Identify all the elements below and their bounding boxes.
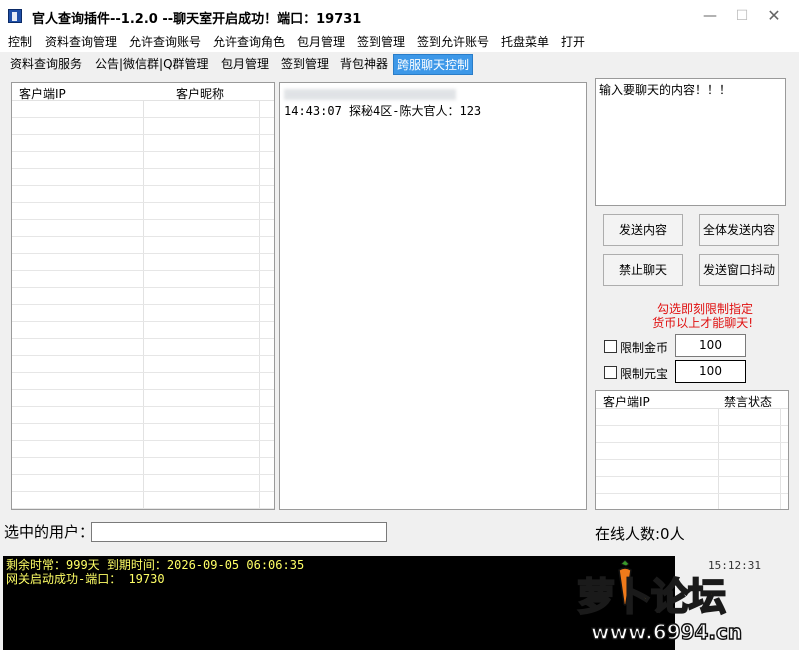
shake-window-button[interactable]: 发送窗口抖动: [699, 254, 779, 286]
empty-row-line: [596, 442, 788, 443]
empty-row-line: [596, 425, 788, 426]
empty-row-line: [12, 117, 274, 118]
online-count: 在线人数:0人: [595, 525, 685, 543]
empty-row-line: [12, 185, 274, 186]
empty-row-line: [12, 338, 274, 339]
empty-row-line: [596, 493, 788, 494]
empty-row-line: [12, 440, 274, 441]
menu-control[interactable]: 控制: [8, 33, 32, 51]
empty-row-line: [12, 236, 274, 237]
col-client-nick[interactable]: 客户昵称: [176, 85, 224, 102]
client-list[interactable]: 客户端IP 客户昵称: [11, 82, 275, 510]
empty-row-line: [12, 151, 274, 152]
menu-allowed-accounts[interactable]: 允许查询账号: [129, 33, 201, 51]
col-ban-status[interactable]: 禁言状态: [724, 393, 772, 410]
watermark-logo: 萝卜论坛 www.6994.cn: [545, 558, 795, 648]
message-text: 输入要聊天的内容！！！: [599, 83, 732, 97]
empty-row-line: [12, 270, 274, 271]
empty-row-line: [12, 168, 274, 169]
ban-chat-button[interactable]: 禁止聊天: [603, 254, 683, 286]
menu-allowed-roles[interactable]: 允许查询角色: [213, 33, 285, 51]
window-title: 官人查询插件--1.2.0 --聊天室开启成功！端口：19731: [32, 12, 362, 27]
empty-row-line: [12, 423, 274, 424]
tab-bar: 资料查询服务 公告|微信群|Q群管理 包月管理 签到管理 背包神器 跨服聊天控制: [0, 53, 799, 75]
tab-cross-server-chat[interactable]: 跨服聊天控制: [393, 54, 474, 75]
limit-yuanbao-checkbox[interactable]: [604, 366, 617, 379]
warning-line-2: 货币以上才能聊天!: [652, 316, 753, 330]
empty-row-line: [12, 304, 274, 305]
menu-checkin[interactable]: 签到管理: [357, 33, 405, 51]
empty-row-line: [12, 508, 274, 509]
tab-monthly[interactable]: 包月管理: [218, 54, 272, 75]
limit-gold-checkbox[interactable]: [604, 340, 617, 353]
empty-row-line: [12, 253, 274, 254]
menu-monthly[interactable]: 包月管理: [297, 33, 345, 51]
column-divider: [143, 101, 144, 509]
app-icon: [8, 9, 22, 23]
limit-yuanbao-label: 限制元宝: [620, 367, 669, 381]
empty-row-line: [12, 474, 274, 475]
col-ban-ip[interactable]: 客户端IP: [603, 393, 650, 410]
empty-row-line: [596, 459, 788, 460]
blurred-text: [284, 89, 456, 100]
col-client-ip[interactable]: 客户端IP: [19, 85, 66, 102]
close-button[interactable]: ✕: [752, 4, 796, 28]
empty-row-line: [12, 406, 274, 407]
selected-user-input[interactable]: [91, 522, 387, 542]
send-button[interactable]: 发送内容: [603, 214, 683, 246]
menu-bar: 控制 资料查询管理 允许查询账号 允许查询角色 包月管理 签到管理 签到允许账号…: [0, 31, 799, 52]
watermark-text: 萝卜论坛: [576, 574, 727, 620]
ban-list[interactable]: 客户端IP 禁言状态: [595, 390, 789, 510]
gold-limit-input[interactable]: 100: [675, 334, 746, 357]
empty-row-line: [596, 476, 788, 477]
tab-backpack[interactable]: 背包神器: [337, 54, 391, 75]
empty-row-line: [12, 355, 274, 356]
empty-row-line: [12, 372, 274, 373]
empty-row-line: [12, 134, 274, 135]
warning-line-1: 勾选即刻限制指定: [656, 302, 753, 316]
menu-info-query[interactable]: 资料查询管理: [45, 33, 117, 51]
empty-row-line: [12, 287, 274, 288]
empty-row-line: [12, 219, 274, 220]
empty-row-line: [12, 389, 274, 390]
send-all-button[interactable]: 全体发送内容: [699, 214, 779, 246]
menu-open[interactable]: 打开: [561, 33, 585, 51]
yuanbao-limit-input[interactable]: 100: [675, 360, 746, 383]
client-list-header: 客户端IP 客户昵称: [12, 83, 274, 101]
column-divider: [259, 101, 260, 509]
watermark-url: www.6994.cn: [590, 619, 743, 644]
message-input[interactable]: 输入要聊天的内容！！！: [595, 78, 786, 206]
ban-list-header: 客户端IP 禁言状态: [596, 391, 788, 409]
menu-tray[interactable]: 托盘菜单: [501, 33, 549, 51]
selected-user-label: 选中的用户：: [4, 523, 95, 541]
limit-warning: 勾选即刻限制指定 货币以上才能聊天!: [603, 302, 753, 330]
empty-row-line: [12, 457, 274, 458]
tab-info-service[interactable]: 资料查询服务: [7, 54, 85, 75]
limit-gold-label: 限制金币: [620, 341, 669, 355]
chat-message: 14:43:07 探秘4区-陈大官人：123: [284, 104, 482, 118]
title-bar: 官人查询插件--1.2.0 --聊天室开启成功！端口：19731 — ☐ ✕: [0, 0, 799, 32]
empty-row-line: [12, 491, 274, 492]
empty-row-line: [12, 321, 274, 322]
tab-checkin[interactable]: 签到管理: [278, 54, 332, 75]
menu-checkin-accounts[interactable]: 签到允许账号: [417, 33, 489, 51]
app-window: 官人查询插件--1.2.0 --聊天室开启成功！端口：19731 — ☐ ✕ 控…: [0, 0, 799, 650]
tab-announcement[interactable]: 公告|微信群|Q群管理: [92, 54, 212, 75]
chat-log: 14:43:07 探秘4区-陈大官人：123: [279, 82, 587, 510]
empty-row-line: [12, 202, 274, 203]
